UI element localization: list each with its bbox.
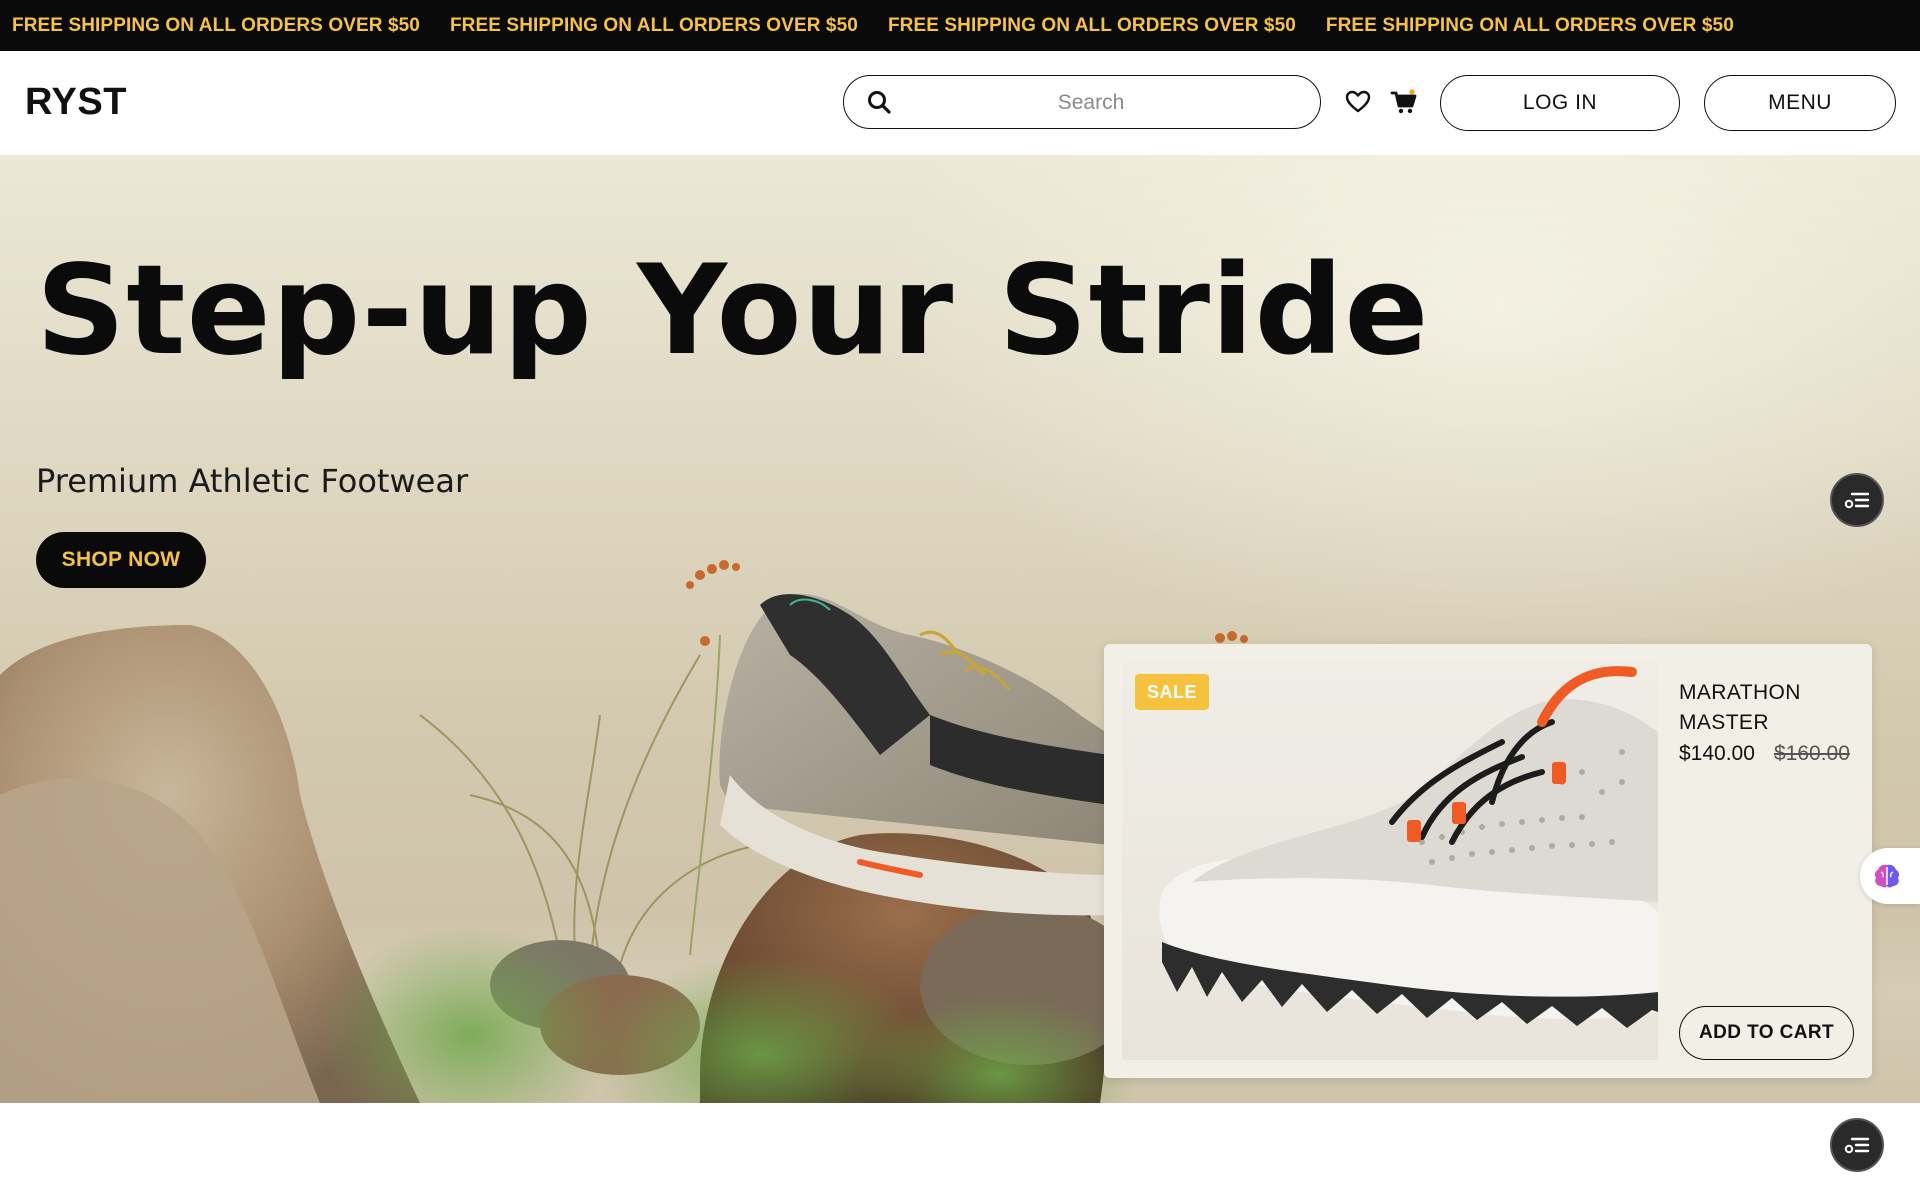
announcement-text: FREE SHIPPING ON ALL ORDERS OVER $50 bbox=[449, 14, 858, 36]
search-icon[interactable] bbox=[866, 89, 892, 115]
product-card[interactable]: SALE MARATHON MASTER $140.00 $160.00 ADD… bbox=[1104, 644, 1872, 1078]
brain-icon bbox=[1874, 864, 1900, 888]
floating-list-button[interactable] bbox=[1830, 1118, 1884, 1172]
announcement-text: FREE SHIPPING ON ALL ORDERS OVER $50 bbox=[1325, 14, 1734, 36]
site-header: RYST LOG IN MENU bbox=[0, 51, 1920, 155]
hero-shoe bbox=[719, 593, 1110, 916]
product-image[interactable] bbox=[1122, 662, 1658, 1060]
shop-now-button[interactable]: SHOP NOW bbox=[36, 532, 206, 588]
floating-list-button[interactable] bbox=[1830, 473, 1884, 527]
heart-icon[interactable] bbox=[1345, 90, 1371, 114]
ai-assistant-tab[interactable] bbox=[1860, 848, 1920, 904]
login-button[interactable]: LOG IN bbox=[1440, 75, 1680, 131]
logo[interactable]: RYST bbox=[25, 81, 127, 124]
hero-section: Step-up Your Stride Premium Athletic Foo… bbox=[0, 155, 1920, 1103]
sale-badge: SALE bbox=[1135, 674, 1210, 710]
announcement-text: FREE SHIPPING ON ALL ORDERS OVER $50 bbox=[887, 14, 1296, 36]
add-to-cart-button[interactable]: ADD TO CART bbox=[1679, 1006, 1854, 1060]
list-icon bbox=[1844, 1137, 1870, 1154]
cart-icon[interactable] bbox=[1390, 88, 1418, 116]
list-icon bbox=[1844, 492, 1870, 509]
menu-button[interactable]: MENU bbox=[1704, 75, 1896, 131]
product-name[interactable]: MARATHON MASTER bbox=[1679, 678, 1859, 738]
product-original-price: $160.00 bbox=[1774, 742, 1850, 765]
hero-title: Step-up Your Stride bbox=[36, 239, 1430, 383]
announcement-text: FREE SHIPPING ON ALL ORDERS OVER $50 bbox=[12, 14, 420, 36]
announcement-bar: FREE SHIPPING ON ALL ORDERS OVER $50 FRE… bbox=[0, 0, 1920, 51]
product-shoe-image bbox=[1159, 666, 1658, 1028]
hero-subtitle: Premium Athletic Footwear bbox=[36, 462, 469, 500]
search-bar[interactable] bbox=[843, 75, 1321, 129]
search-input[interactable] bbox=[904, 84, 1278, 122]
product-price: $140.00 bbox=[1679, 742, 1755, 765]
